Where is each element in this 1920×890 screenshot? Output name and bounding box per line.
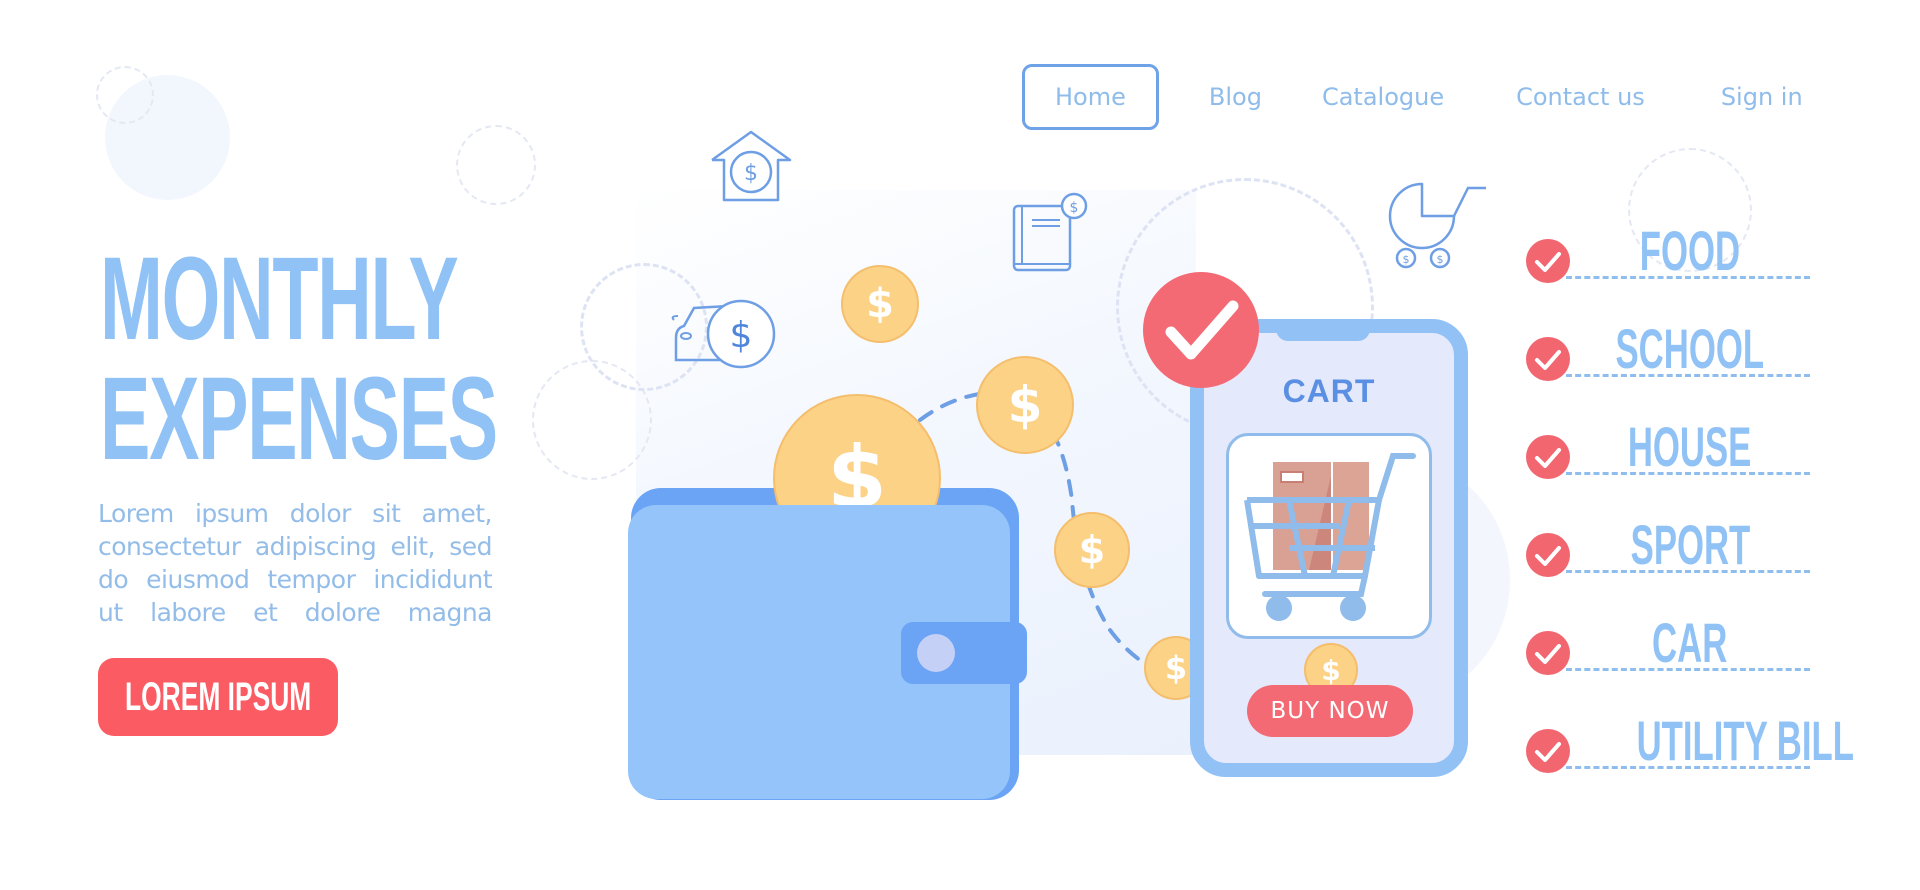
check-icon	[1526, 631, 1570, 675]
lorem-ipsum-button[interactable]: LOREM IPSUM	[98, 658, 338, 736]
svg-text:$: $	[1403, 253, 1410, 266]
top-navigation: Home Blog Catalogue Contact us Sign in	[1022, 62, 1803, 132]
check-icon	[1526, 337, 1570, 381]
buy-now-button[interactable]: BUY NOW	[1247, 685, 1413, 737]
page-title-line-2: EXPENSES	[100, 353, 498, 485]
house-dollar-icon: $	[711, 130, 792, 202]
checklist-item-house[interactable]: HOUSE	[1526, 411, 1826, 481]
checklist-label: HOUSE	[1628, 415, 1752, 478]
page-title: MONTHLY EXPENSES	[100, 233, 498, 485]
nav-blog[interactable]: Blog	[1209, 83, 1262, 111]
coin: $	[841, 265, 919, 343]
decorative-dashed-circle	[96, 66, 154, 124]
check-icon	[1526, 533, 1570, 577]
coin: $	[1054, 512, 1130, 588]
checklist-label: SPORT	[1630, 513, 1750, 576]
check-icon	[1526, 239, 1570, 283]
checklist-label: CAR	[1652, 611, 1728, 674]
checklist-item-school[interactable]: SCHOOL	[1526, 313, 1826, 383]
checklist-item-utility-bill[interactable]: UTILITY BILL	[1526, 705, 1854, 775]
hero-description: Lorem ipsum dolor sit amet, consectetur …	[98, 497, 493, 629]
svg-text:$: $	[1070, 200, 1079, 216]
checklist-item-car[interactable]: CAR	[1526, 607, 1826, 677]
checklist-label: UTILITY BILL	[1636, 709, 1854, 772]
check-icon	[1526, 729, 1570, 773]
nav-contact-us[interactable]: Contact us	[1516, 83, 1645, 111]
stroller-dollar-icon: $ $	[1388, 182, 1486, 269]
wallet-button	[917, 634, 955, 672]
book-dollar-icon: $	[1012, 192, 1088, 272]
hero-description-line: do eiusmod tempor incididunt	[98, 565, 493, 594]
checklist-label: FOOD	[1639, 219, 1741, 282]
checkmark-icon	[1143, 272, 1259, 388]
coin: $	[976, 356, 1074, 454]
nav-sign-in[interactable]: Sign in	[1721, 83, 1803, 111]
checklist-item-sport[interactable]: SPORT	[1526, 509, 1826, 579]
cart-image-box	[1226, 433, 1432, 639]
hero-description-line: Lorem ipsum dolor sit amet,	[98, 499, 493, 528]
checklist-item-food[interactable]: FOOD	[1526, 215, 1826, 285]
check-icon	[1526, 435, 1570, 479]
nav-home[interactable]: Home	[1022, 64, 1159, 130]
car-dollar-icon: $	[671, 299, 776, 369]
svg-text:$: $	[1437, 253, 1444, 266]
nav-catalogue[interactable]: Catalogue	[1322, 83, 1444, 111]
checklist-label: SCHOOL	[1615, 317, 1765, 380]
decorative-dashed-circle	[456, 125, 536, 205]
wallet-clasp	[901, 622, 1027, 684]
svg-text:$: $	[730, 315, 753, 356]
page-title-line-1: MONTHLY	[100, 233, 459, 365]
hero-description-line: ut labore et dolore magna	[98, 598, 493, 627]
phone-notch	[1276, 319, 1370, 341]
lorem-ipsum-button-label: LOREM IPSUM	[124, 674, 312, 719]
hero-description-line: consectetur adipiscing elit, sed	[98, 532, 493, 561]
shopping-cart-icon	[1244, 453, 1416, 621]
svg-text:$: $	[744, 161, 758, 186]
